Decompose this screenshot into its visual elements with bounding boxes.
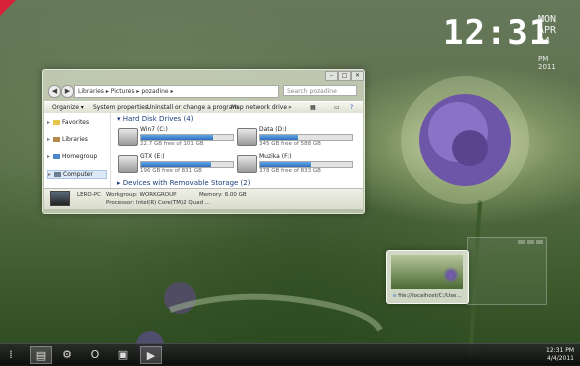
drive-usage-bar: [140, 134, 234, 141]
back-button[interactable]: ◀: [48, 85, 61, 98]
drive-usage-fill: [141, 162, 211, 167]
drive-name: GTX (E:): [140, 153, 165, 160]
sidebar-item-computer[interactable]: ▸ Computer: [47, 170, 107, 179]
drive-free-space: 378 GB free of 833 GB: [259, 168, 321, 174]
tray-date: 4/4/2011: [547, 355, 574, 362]
workgroup: Workgroup: WORKGROUP: [106, 192, 177, 198]
sidebar-item-label: Computer: [63, 171, 93, 178]
explorer-icon[interactable]: ▤: [30, 346, 52, 364]
sidebar-item-label: Favorites: [62, 119, 90, 126]
details-pane: LERO-PC Workgroup: WORKGROUP Memory: 8.0…: [44, 188, 363, 209]
pc-name: LERO-PC: [77, 192, 101, 198]
system-tray-clock[interactable]: 12:31 PM 4/4/2011: [546, 347, 574, 363]
drives-view: ▾ Hard Disk Drives (4) Win7 (C:) 22.7 GB…: [114, 113, 361, 188]
tray-time: 12:31 PM: [546, 347, 574, 354]
computer-icon: [50, 191, 70, 206]
ghost-window: [467, 237, 547, 305]
drive-icon: [237, 155, 257, 173]
start-button[interactable]: ⁞: [4, 346, 18, 364]
drive-free-space: 22.7 GB free of 101 GB: [140, 141, 204, 147]
homegroup-icon: [53, 154, 61, 159]
sidebar-item-label: Homegroup: [62, 153, 98, 160]
taskbar-thumbnail-preview[interactable]: e file://localhost/C:/Use...: [386, 250, 469, 304]
map-network-drive-button[interactable]: Map network drive: [231, 102, 287, 113]
navigation-pane: ▸ Favorites ▸ Libraries ▸ Homegroup ▸ Comput…: [44, 113, 111, 188]
drive-icon: [118, 155, 138, 173]
photo-icon[interactable]: ▣: [112, 346, 134, 364]
thumbnail-caption-text: file://localhost/C:/Use...: [398, 293, 462, 299]
section-title: Devices with Removable Storage (2): [122, 179, 251, 187]
sidebar-item-label: Libraries: [62, 136, 88, 143]
star-icon: [53, 120, 61, 125]
clock-month: APR: [538, 25, 557, 36]
drive-usage-bar: [140, 161, 234, 168]
drive-usage-fill: [141, 135, 213, 140]
address-path: Libraries ▸ Pictures ▸ pozadine ▸: [78, 88, 174, 95]
gear-icon[interactable]: ⚙: [56, 346, 78, 364]
sidebar-item-libraries[interactable]: ▸ Libraries: [47, 136, 88, 143]
explorer-window[interactable]: – □ ✕ ◀ ▶ Libraries ▸ Pictures ▸ pozadin…: [42, 69, 365, 214]
memory: Memory: 8.00 GB: [199, 192, 247, 198]
search-input[interactable]: Search pozadine: [283, 85, 357, 96]
drive-usage-fill: [260, 135, 298, 140]
drive-c[interactable]: Win7 (C:) 22.7 GB free of 101 GB: [118, 126, 236, 152]
system-properties-button[interactable]: System properties: [93, 102, 148, 113]
organize-button[interactable]: Organize ▾: [52, 102, 84, 113]
clock-year: PM 2011: [538, 55, 556, 71]
ghost-control: [518, 240, 525, 244]
clock-date-stack: MON APR 04: [538, 14, 580, 89]
drive-e[interactable]: GTX (E:) 196 GB free of 831 GB: [118, 153, 236, 179]
more-commands-button[interactable]: »: [288, 102, 292, 113]
hard-disk-drives-header[interactable]: ▾ Hard Disk Drives (4): [117, 115, 193, 123]
navigation-bar: ◀ ▶ Libraries ▸ Pictures ▸ pozadine ▸ Se…: [48, 85, 358, 98]
maximize-button[interactable]: □: [338, 71, 351, 81]
computer-icon: [54, 172, 62, 177]
ghost-control: [527, 240, 534, 244]
drive-usage-fill: [260, 162, 311, 167]
drive-name: Muzika (F:): [259, 153, 292, 160]
taskbar: ⁞ ▤ ⚙ O ▣ ▶ 12:31 PM 4/4/2011: [0, 343, 580, 366]
sidebar-item-favorites[interactable]: ▸ Favorites: [47, 119, 89, 126]
corner-flag: [0, 0, 16, 16]
opera-icon[interactable]: O: [84, 346, 106, 364]
library-icon: [53, 137, 61, 142]
thumbnail-image: [391, 255, 463, 289]
drive-usage-bar: [259, 161, 353, 168]
processor: Processor: Intel(R) Core(TM)2 Quad ...: [106, 200, 211, 206]
sidebar-item-homegroup[interactable]: ▸ Homegroup: [47, 153, 97, 160]
close-button[interactable]: ✕: [351, 71, 364, 81]
ghost-control: [536, 240, 543, 244]
clock-date: 04: [538, 36, 551, 47]
content-pane: ▸ Favorites ▸ Libraries ▸ Homegroup ▸ Comput…: [44, 113, 363, 209]
address-bar[interactable]: Libraries ▸ Pictures ▸ pozadine ▸: [74, 85, 279, 98]
drive-free-space: 196 GB free of 831 GB: [140, 168, 202, 174]
section-title: Hard Disk Drives (4): [122, 115, 194, 123]
clock-time: 12:31: [443, 13, 551, 53]
uninstall-program-button[interactable]: Uninstall or change a program: [147, 102, 238, 113]
drive-usage-bar: [259, 134, 353, 141]
media-player-icon[interactable]: ▶: [140, 346, 162, 364]
thumbnail-caption: e file://localhost/C:/Use...: [393, 293, 462, 299]
minimize-button[interactable]: –: [325, 71, 338, 81]
drive-name: Data (D:): [259, 126, 287, 133]
help-icon[interactable]: ?: [350, 102, 353, 113]
drive-free-space: 345 GB free of 588 GB: [259, 141, 321, 147]
drive-f[interactable]: Muzika (F:) 378 GB free of 833 GB: [237, 153, 355, 179]
forward-button[interactable]: ▶: [61, 85, 74, 98]
clock-widget: 12:31 MON APR 04 PM 2011: [443, 13, 556, 71]
removable-storage-header[interactable]: ▸ Devices with Removable Storage (2): [117, 179, 250, 187]
view-options-icon[interactable]: ▦: [310, 102, 316, 113]
preview-pane-icon[interactable]: ▭: [334, 102, 340, 113]
drive-d[interactable]: Data (D:) 345 GB free of 588 GB: [237, 126, 355, 152]
drive-icon: [237, 128, 257, 146]
drive-icon: [118, 128, 138, 146]
drive-name: Win7 (C:): [140, 126, 168, 133]
clock-day: MON: [538, 14, 557, 25]
